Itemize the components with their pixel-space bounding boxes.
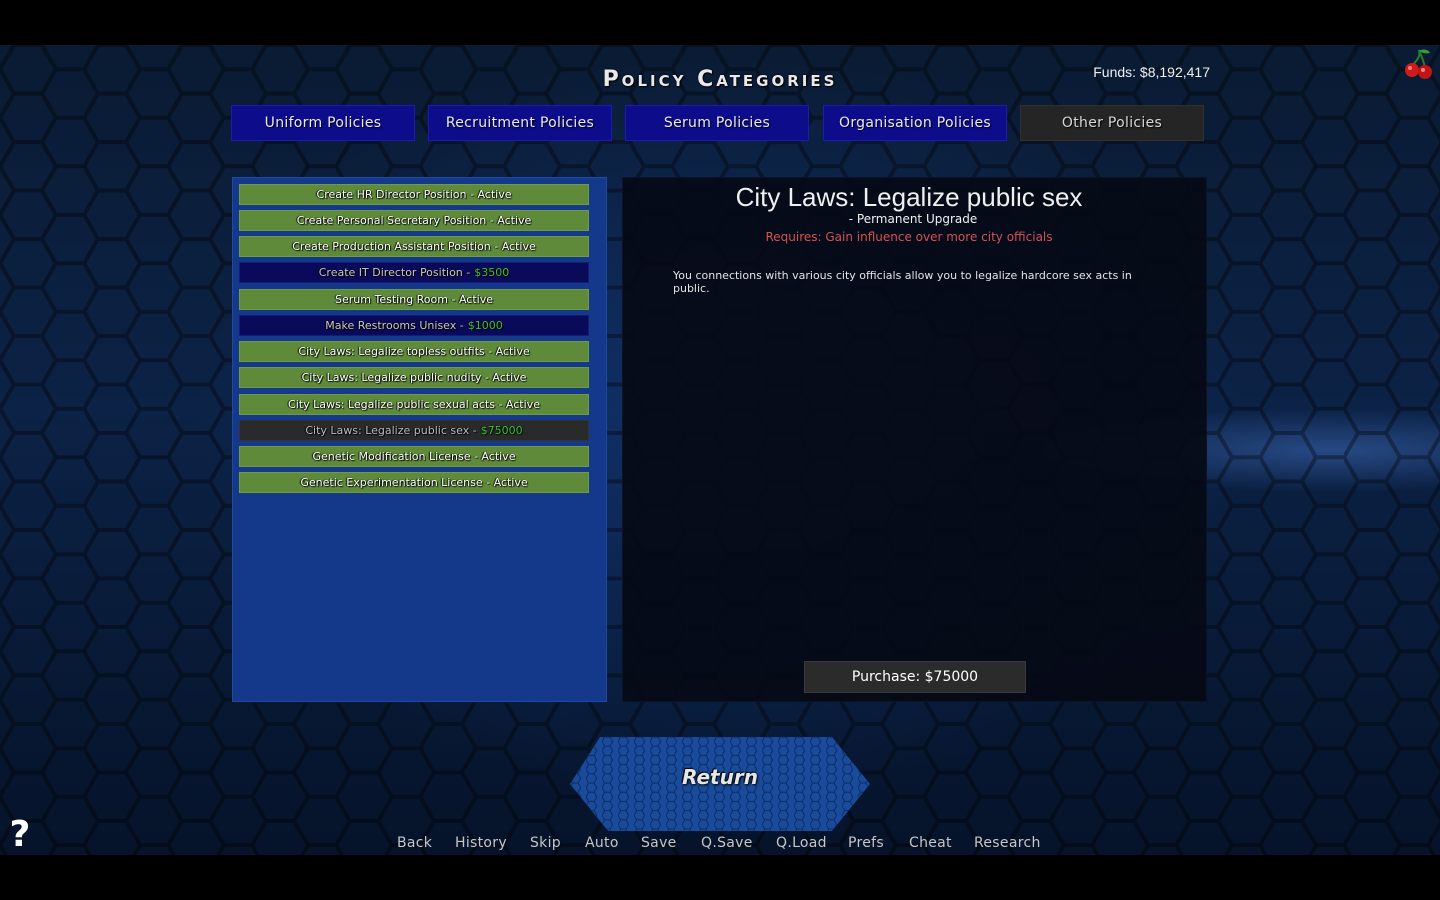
policy-list: Create HR Director Position - Active Cre… — [232, 177, 607, 702]
quick-menu-qload[interactable]: Q.Load — [776, 835, 827, 851]
tab-organisation-policies[interactable]: Organisation Policies — [823, 105, 1007, 141]
game-screen: Policy Categories Funds: $8,192,417 Unif… — [0, 45, 1440, 855]
policy-label: Create HR Director Position - Active — [316, 188, 512, 201]
policy-detail-subtitle: - Permanent Upgrade — [848, 212, 978, 226]
policy-item[interactable]: Create Personal Secretary Position - Act… — [239, 210, 589, 231]
policy-label: City Laws: Legalize public nudity - Acti… — [301, 371, 527, 384]
policy-item[interactable]: Genetic Modification License - Active — [239, 446, 589, 467]
policy-item[interactable]: Make Restrooms Unisex - $1000 — [239, 315, 589, 336]
policy-label: Genetic Modification License - Active — [312, 450, 516, 463]
tab-serum-policies[interactable]: Serum Policies — [625, 105, 809, 141]
policy-item-selected[interactable]: City Laws: Legalize public sex - $75000 — [239, 420, 589, 441]
policy-label: Genetic Experimentation License - Active — [300, 476, 528, 489]
return-button[interactable]: Return — [570, 737, 870, 831]
quick-menu-skip[interactable]: Skip — [530, 835, 561, 851]
quick-menu-back[interactable]: Back — [397, 835, 432, 851]
quick-menu-prefs[interactable]: Prefs — [848, 835, 884, 851]
tab-other-policies[interactable]: Other Policies — [1020, 105, 1204, 141]
purchase-button[interactable]: Purchase: $75000 — [804, 661, 1026, 693]
policy-item[interactable]: Serum Testing Room - Active — [239, 289, 589, 310]
letterbox-bottom — [0, 855, 1440, 900]
policy-detail-panel: City Laws: Legalize public sex - Permane… — [622, 177, 1207, 702]
policy-label: City Laws: Legalize public sex - — [305, 424, 477, 437]
policy-item[interactable]: Genetic Experimentation License - Active — [239, 472, 589, 493]
page-title: Policy Categories — [602, 67, 838, 92]
policy-label: Serum Testing Room - Active — [335, 293, 493, 306]
quick-menu-research[interactable]: Research — [974, 835, 1041, 851]
policy-price: $3500 — [474, 266, 510, 279]
funds-display: Funds: $8,192,417 — [1093, 64, 1210, 80]
policy-price: $75000 — [480, 424, 523, 437]
tab-recruitment-policies[interactable]: Recruitment Policies — [428, 105, 612, 141]
policy-item[interactable]: City Laws: Legalize topless outfits - Ac… — [239, 341, 589, 362]
letterbox-top — [0, 0, 1440, 45]
quick-menu-save[interactable]: Save — [641, 835, 677, 851]
policy-label: City Laws: Legalize public sexual acts -… — [288, 398, 540, 411]
cherry-icon[interactable] — [1403, 48, 1433, 80]
policy-label: Create Personal Secretary Position - Act… — [296, 214, 532, 227]
policy-item[interactable]: City Laws: Legalize public nudity - Acti… — [239, 367, 589, 388]
return-label: Return — [682, 765, 758, 789]
policy-description: You connections with various city offici… — [673, 269, 1132, 295]
quick-menu-cheat[interactable]: Cheat — [909, 835, 952, 851]
policy-category-tabs: Uniform Policies Recruitment Policies Se… — [231, 105, 1207, 141]
policy-requirement: Requires: Gain influence over more city … — [765, 230, 1053, 244]
tab-uniform-policies[interactable]: Uniform Policies — [231, 105, 415, 141]
policy-label: City Laws: Legalize topless outfits - Ac… — [298, 345, 530, 358]
policy-item[interactable]: Create Production Assistant Position - A… — [239, 236, 589, 257]
quick-menu-auto[interactable]: Auto — [585, 835, 619, 851]
quick-menu: Back History Skip Auto Save Q.Save Q.Loa… — [0, 835, 1440, 855]
policy-item[interactable]: Create IT Director Position - $3500 — [239, 262, 589, 283]
quick-menu-qsave[interactable]: Q.Save — [701, 835, 753, 851]
policy-price: $1000 — [467, 319, 503, 332]
policy-label: Create Production Assistant Position - A… — [292, 240, 536, 253]
quick-menu-history[interactable]: History — [455, 835, 507, 851]
policy-label: Create IT Director Position - — [318, 266, 471, 279]
policy-item[interactable]: City Laws: Legalize public sexual acts -… — [239, 394, 589, 415]
policy-item[interactable]: Create HR Director Position - Active — [239, 184, 589, 205]
policy-detail-title: City Laws: Legalize public sex — [735, 182, 1083, 212]
policy-label: Make Restrooms Unisex - — [325, 319, 464, 332]
